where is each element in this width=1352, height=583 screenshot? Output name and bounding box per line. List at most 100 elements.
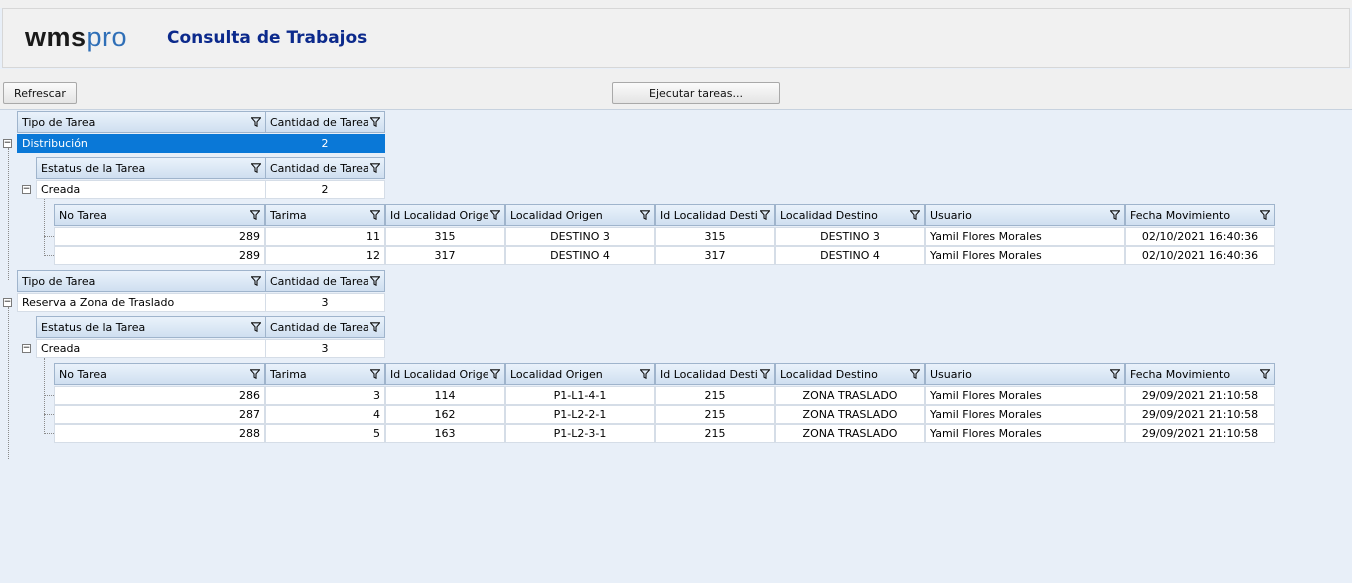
filter-icon[interactable] [909, 369, 921, 380]
filter-icon[interactable] [1109, 369, 1121, 380]
column-header-cantidad-tarea[interactable]: Cantidad de Tarea [265, 157, 385, 179]
status-cell[interactable]: Creada [36, 339, 266, 358]
column-header-label: Fecha Movimiento [1130, 367, 1231, 381]
filter-icon[interactable] [250, 276, 262, 287]
cell-localidad-origen: P1-L2-2-1 [505, 405, 655, 424]
column-header-no-tarea[interactable]: No Tarea [54, 204, 265, 226]
cell-tarima: 3 [265, 386, 385, 405]
tree-line [8, 148, 9, 280]
column-header-label: Usuario [930, 367, 972, 381]
column-header-tarima[interactable]: Tarima [265, 363, 385, 385]
filter-icon[interactable] [639, 210, 651, 221]
filter-icon[interactable] [369, 276, 381, 287]
cell-tarima: 11 [265, 227, 385, 246]
cell-localidad-origen: P1-L1-4-1 [505, 386, 655, 405]
column-header-tipo-tarea[interactable]: Tipo de Tarea [17, 270, 266, 292]
filter-icon[interactable] [250, 163, 262, 174]
column-header-fecha-movimiento[interactable]: Fecha Movimiento [1125, 204, 1275, 226]
cell-no-tarea: 289 [54, 227, 265, 246]
cell-usuario: Yamil Flores Morales [925, 424, 1125, 443]
column-header-label: Localidad Origen [510, 367, 603, 381]
column-header-estatus-tarea[interactable]: Estatus de la Tarea [36, 316, 266, 338]
filter-icon[interactable] [249, 210, 261, 221]
status-cell[interactable]: Creada [36, 180, 266, 199]
filter-icon[interactable] [489, 369, 501, 380]
column-header-id-localidad-destino[interactable]: Id Localidad Destin [655, 204, 775, 226]
column-header-cantidad-tarea[interactable]: Cantidad de Tarea [265, 316, 385, 338]
tree-line [44, 255, 54, 256]
collapse-status-1-icon[interactable]: − [22, 344, 31, 353]
tasks-grid: Tipo de Tarea Cantidad de Tarea − Distribuc… [0, 0, 1352, 583]
column-header-localidad-destino[interactable]: Localidad Destino [775, 204, 925, 226]
column-header-localidad-origen[interactable]: Localidad Origen [505, 204, 655, 226]
filter-icon[interactable] [909, 210, 921, 221]
cell-tarima: 4 [265, 405, 385, 424]
cell-localidad-destino: DESTINO 3 [775, 227, 925, 246]
cell-id-localidad-destino: 315 [655, 227, 775, 246]
group-tipo-cell[interactable]: Distribución [17, 134, 266, 153]
status-cantidad-cell: 3 [265, 339, 385, 358]
column-header-id-localidad-destino[interactable]: Id Localidad Destin [655, 363, 775, 385]
column-header-label: Cantidad de Tarea [270, 161, 368, 175]
cell-localidad-destino: ZONA TRASLADO [775, 405, 925, 424]
filter-icon[interactable] [369, 163, 381, 174]
cell-id-localidad-destino: 317 [655, 246, 775, 265]
cell-no-tarea: 287 [54, 405, 265, 424]
column-header-id-localidad-origen[interactable]: Id Localidad Origen [385, 363, 505, 385]
filter-icon[interactable] [759, 210, 771, 221]
tree-line [44, 433, 54, 434]
cell-id-localidad-destino: 215 [655, 405, 775, 424]
cell-id-localidad-origen: 114 [385, 386, 505, 405]
column-header-usuario[interactable]: Usuario [925, 204, 1125, 226]
filter-icon[interactable] [1259, 210, 1271, 221]
filter-icon[interactable] [1259, 369, 1271, 380]
tree-line [44, 395, 54, 396]
filter-icon[interactable] [639, 369, 651, 380]
column-header-localidad-destino[interactable]: Localidad Destino [775, 363, 925, 385]
filter-icon[interactable] [759, 369, 771, 380]
cell-id-localidad-origen: 163 [385, 424, 505, 443]
collapse-group-0-icon[interactable]: − [3, 139, 12, 148]
filter-icon[interactable] [369, 210, 381, 221]
filter-icon[interactable] [249, 369, 261, 380]
cell-fecha-movimiento: 02/10/2021 16:40:36 [1125, 246, 1275, 265]
filter-icon[interactable] [1109, 210, 1121, 221]
column-header-fecha-movimiento[interactable]: Fecha Movimiento [1125, 363, 1275, 385]
column-header-cantidad-tarea[interactable]: Cantidad de Tarea [265, 270, 385, 292]
cell-localidad-origen: P1-L2-3-1 [505, 424, 655, 443]
cell-id-localidad-destino: 215 [655, 386, 775, 405]
filter-icon[interactable] [369, 117, 381, 128]
tree-line [44, 236, 54, 237]
column-header-estatus-tarea[interactable]: Estatus de la Tarea [36, 157, 266, 179]
cell-usuario: Yamil Flores Morales [925, 246, 1125, 265]
column-header-no-tarea[interactable]: No Tarea [54, 363, 265, 385]
cell-fecha-movimiento: 02/10/2021 16:40:36 [1125, 227, 1275, 246]
cell-usuario: Yamil Flores Morales [925, 386, 1125, 405]
filter-icon[interactable] [489, 210, 501, 221]
cell-id-localidad-origen: 317 [385, 246, 505, 265]
filter-icon[interactable] [369, 369, 381, 380]
group-tipo-cell[interactable]: Reserva a Zona de Traslado [17, 293, 266, 312]
filter-icon[interactable] [369, 322, 381, 333]
cell-usuario: Yamil Flores Morales [925, 227, 1125, 246]
collapse-status-0-icon[interactable]: − [22, 185, 31, 194]
cell-tarima: 5 [265, 424, 385, 443]
collapse-group-1-icon[interactable]: − [3, 298, 12, 307]
cell-no-tarea: 286 [54, 386, 265, 405]
column-header-localidad-origen[interactable]: Localidad Origen [505, 363, 655, 385]
column-header-tipo-tarea[interactable]: Tipo de Tarea [17, 111, 266, 133]
column-header-label: No Tarea [59, 367, 107, 381]
cell-no-tarea: 288 [54, 424, 265, 443]
column-header-cantidad-tarea[interactable]: Cantidad de Tarea [265, 111, 385, 133]
cell-fecha-movimiento: 29/09/2021 21:10:58 [1125, 405, 1275, 424]
filter-icon[interactable] [250, 322, 262, 333]
column-header-label: Tarima [270, 208, 307, 222]
column-header-tarima[interactable]: Tarima [265, 204, 385, 226]
cell-tarima: 12 [265, 246, 385, 265]
cell-fecha-movimiento: 29/09/2021 21:10:58 [1125, 386, 1275, 405]
cell-localidad-destino: ZONA TRASLADO [775, 386, 925, 405]
filter-icon[interactable] [250, 117, 262, 128]
column-header-usuario[interactable]: Usuario [925, 363, 1125, 385]
group-cantidad-cell: 2 [265, 134, 385, 153]
column-header-id-localidad-origen[interactable]: Id Localidad Origen [385, 204, 505, 226]
